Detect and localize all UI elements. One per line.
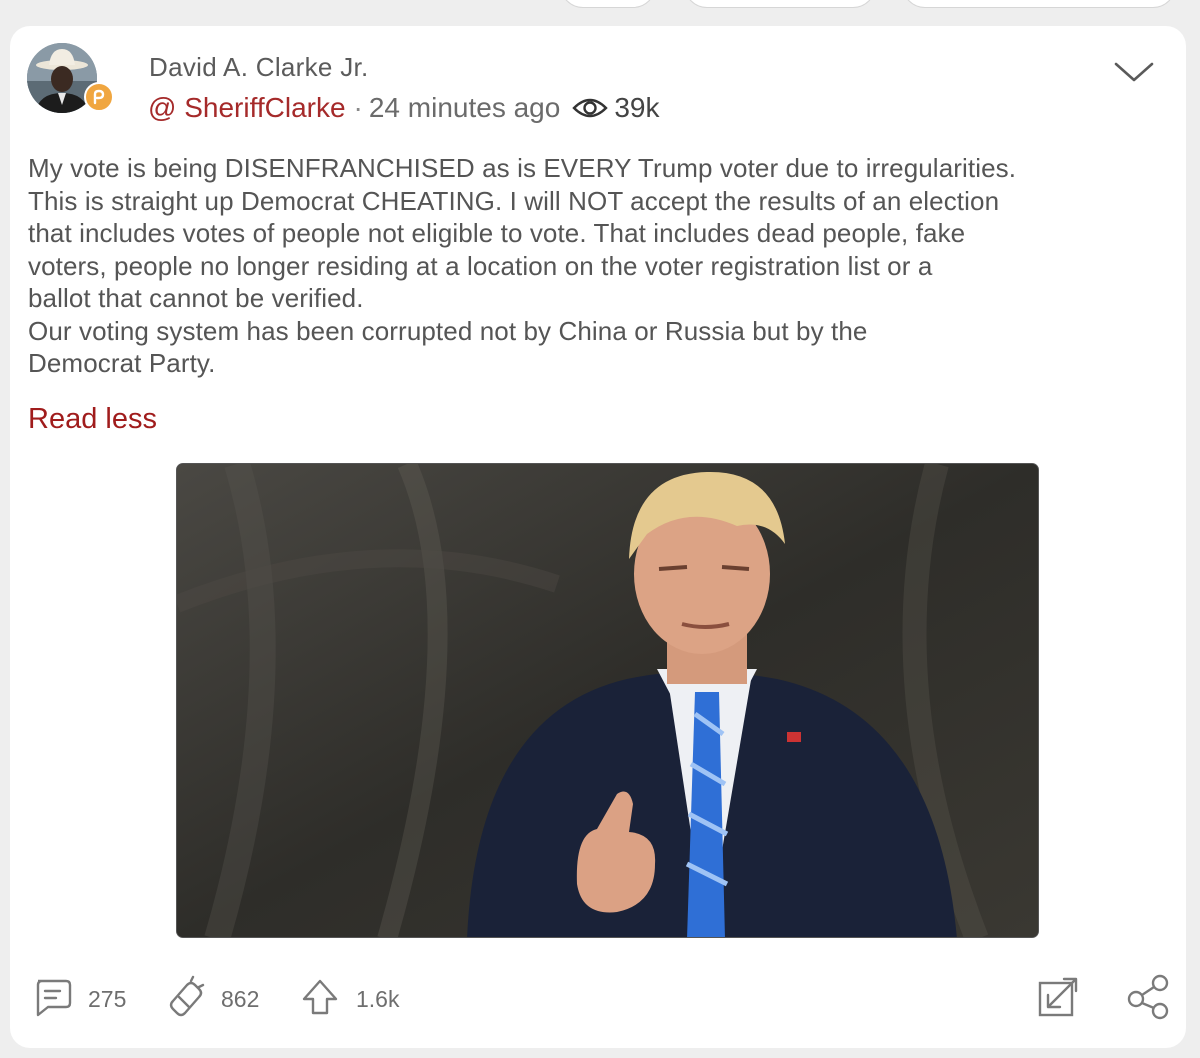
parler-badge-icon xyxy=(84,82,114,112)
top-button-2[interactable] xyxy=(684,0,876,8)
echo-button[interactable]: 862 xyxy=(163,975,260,1024)
share-icon xyxy=(1124,973,1172,1026)
author-handle[interactable]: @ SheriffClarke xyxy=(148,92,346,124)
top-button-1[interactable] xyxy=(560,0,656,8)
expand-icon xyxy=(1034,973,1082,1026)
comments-count: 275 xyxy=(88,985,127,1012)
upvote-button[interactable]: 1.6k xyxy=(298,976,399,1022)
action-bar: 275 862 1.6k xyxy=(30,974,1180,1024)
post-body: My vote is being DISENFRANCHISED as is E… xyxy=(28,153,1017,378)
echo-count: 862 xyxy=(221,985,260,1012)
post-card: David A. Clarke Jr. @ SheriffClarke · 24… xyxy=(10,26,1186,1048)
author-name[interactable]: David A. Clarke Jr. xyxy=(149,52,369,83)
echo-icon xyxy=(163,975,207,1024)
share-button[interactable] xyxy=(1124,974,1172,1022)
expand-button[interactable] xyxy=(1034,976,1082,1022)
post-image[interactable] xyxy=(176,463,1039,938)
upvote-count: 1.6k xyxy=(356,985,400,1012)
read-less-link[interactable]: Read less xyxy=(28,403,157,436)
comments-button[interactable]: 275 xyxy=(30,976,126,1022)
post-timestamp: 24 minutes ago xyxy=(368,92,561,123)
chevron-down-icon[interactable] xyxy=(1112,56,1156,88)
comment-icon xyxy=(30,975,74,1024)
eye-icon xyxy=(572,96,609,120)
post-meta: @ SheriffClarke · 24 minutes ago 39k xyxy=(148,90,659,126)
meta-separator: · xyxy=(353,92,363,123)
top-button-3[interactable] xyxy=(902,0,1176,8)
view-count: 39k xyxy=(614,92,660,123)
upvote-icon xyxy=(298,975,342,1024)
